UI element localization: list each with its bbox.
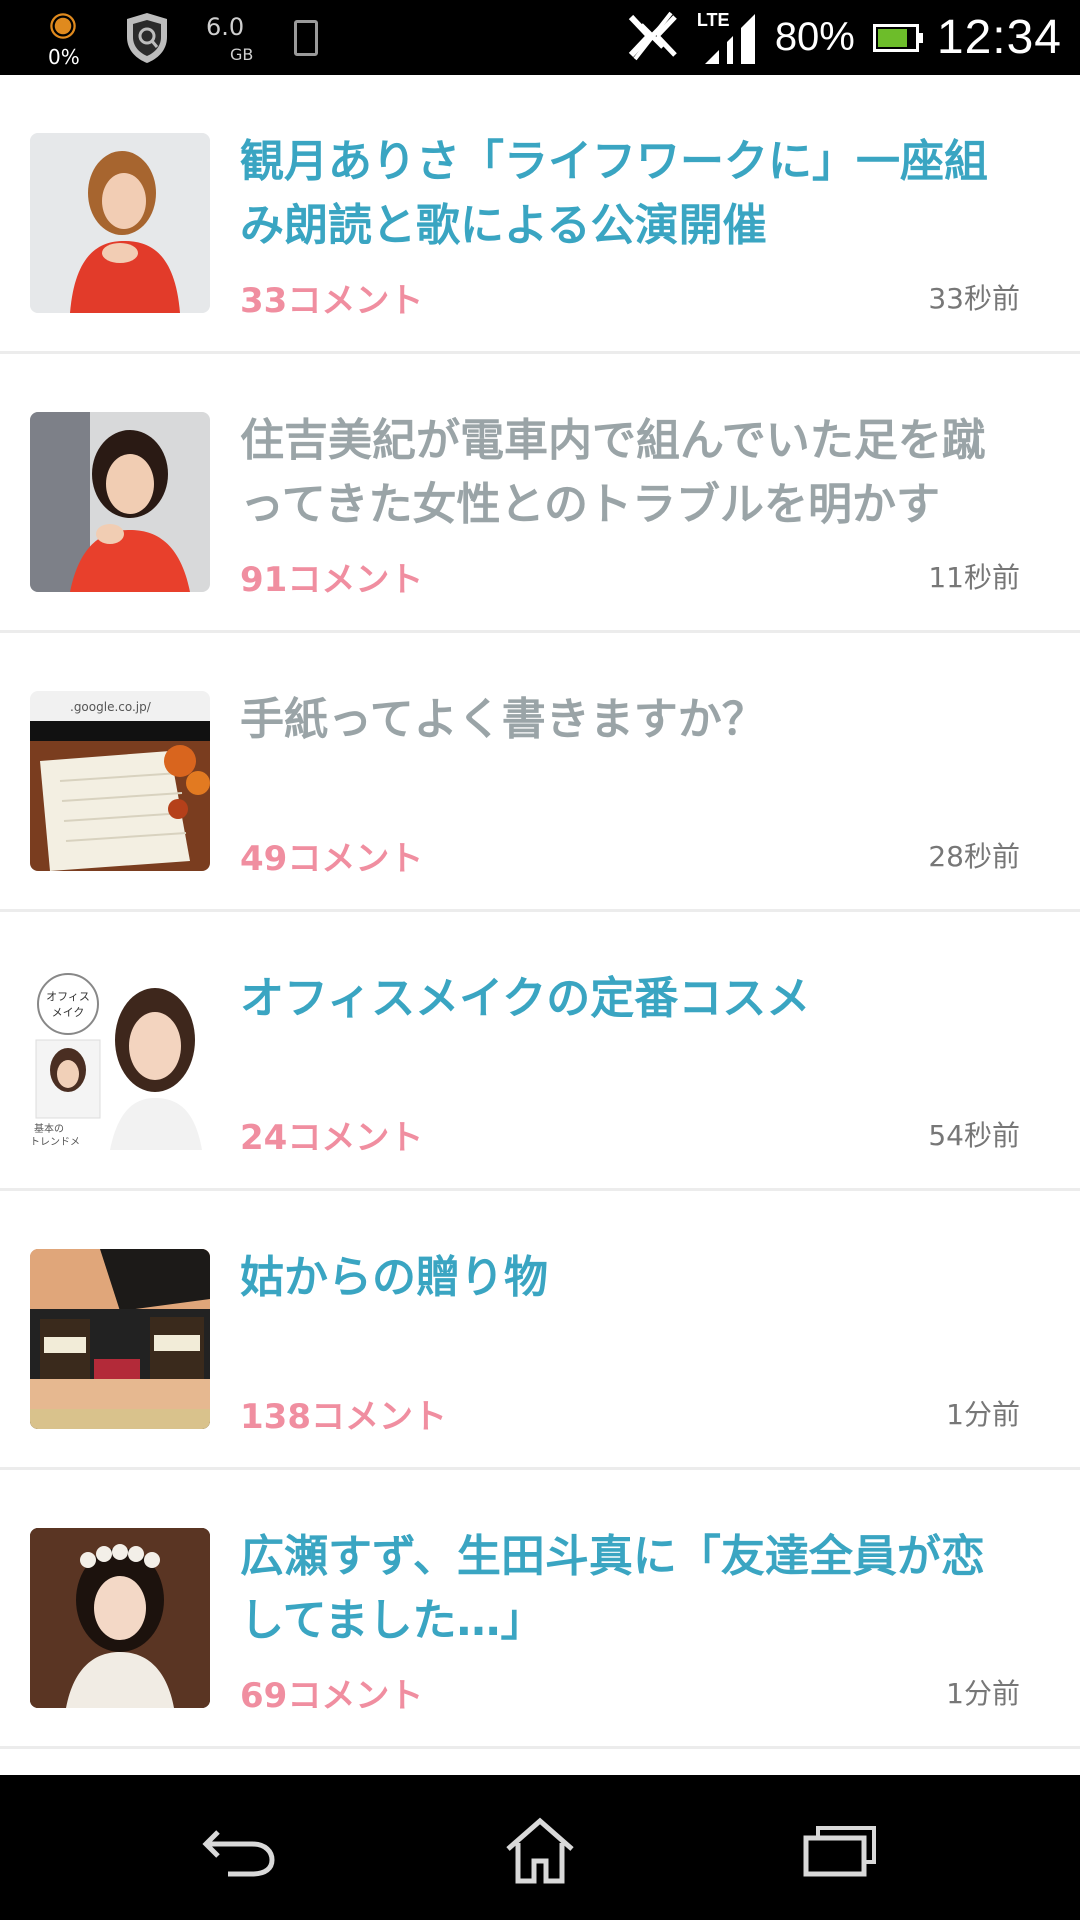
topic-title[interactable]: オフィスメイクの定番コスメ	[240, 967, 1020, 1031]
storage-value: 6.0	[206, 12, 245, 41]
thumb-caption-line1: 基本の	[34, 1122, 64, 1135]
topic-title[interactable]: 広瀬すず、生田斗真に「友達全員が恋してました…」	[240, 1525, 1020, 1653]
timestamp: 28秒前	[928, 840, 1020, 873]
home-icon	[506, 1817, 574, 1884]
list-item[interactable]: 広瀬すず、生田斗真に「友達全員が恋してました…」 69コメント 1分前	[0, 1470, 1080, 1749]
home-button[interactable]	[490, 1805, 590, 1895]
thumbnail-gift-box[interactable]	[30, 1249, 210, 1429]
thumb-badge-line2: メイク	[52, 1006, 85, 1019]
recents-button[interactable]	[790, 1805, 890, 1895]
timestamp: 11秒前	[928, 561, 1020, 594]
clock: 12:34	[936, 11, 1062, 64]
recents-icon	[803, 1826, 876, 1877]
timestamp: 1分前	[946, 1398, 1020, 1431]
status-bar: 0% 6.0 GB LTE 80% 12:34	[0, 0, 1080, 75]
cpu-monitor: 0%	[40, 3, 90, 73]
topic-title[interactable]: 手紙ってよく書きますか？	[240, 688, 1020, 752]
storage-indicator: 6.0 GB	[204, 3, 264, 73]
status-right: LTE 80% 12:34	[627, 0, 1062, 75]
comment-count: 91コメント	[240, 560, 424, 600]
timestamp: 33秒前	[928, 282, 1020, 315]
topic-title[interactable]: 観月ありさ「ライフワークに」一座組み朗読と歌による公演開催	[240, 130, 1020, 258]
back-icon	[202, 1830, 275, 1877]
list-item[interactable]: オフィス メイク 基本の トレンドメ オフィスメイクの定番コスメ 24コメント …	[0, 912, 1080, 1191]
back-button[interactable]	[190, 1805, 290, 1895]
list-item[interactable]: 姑からの贈り物 138コメント 1分前	[0, 1191, 1080, 1470]
cpu-percent: 0%	[48, 44, 80, 69]
nfc-off-icon	[627, 11, 679, 65]
topic-title[interactable]: 姑からの贈り物	[240, 1246, 1020, 1310]
thumbnail-woman-red-dress[interactable]	[30, 133, 210, 313]
thumbnail-letter-paper[interactable]: .google.co.jp/	[30, 691, 210, 871]
timestamp: 54秒前	[928, 1119, 1020, 1152]
comment-count: 33コメント	[240, 281, 424, 321]
battery-fill	[877, 28, 907, 47]
comment-count: 138コメント	[240, 1397, 447, 1437]
thumbnail-woman-smiling[interactable]	[30, 412, 210, 592]
topic-feed[interactable]: 観月ありさ「ライフワークに」一座組み朗読と歌による公演開催 33コメント 33秒…	[0, 75, 1080, 1775]
navigation-bar	[0, 1775, 1080, 1920]
timestamp: 1分前	[946, 1677, 1020, 1710]
comment-count: 24コメント	[240, 1118, 424, 1158]
list-item[interactable]: 住吉美紀が電車内で組んでいた足を蹴ってきた女性とのトラブルを明かす 91コメント…	[0, 354, 1080, 633]
status-left: 0% 6.0 GB	[40, 0, 318, 75]
storage-unit: GB	[230, 44, 254, 64]
thumb-caption-line2: トレンドメ	[30, 1137, 80, 1148]
shield-icon	[120, 9, 174, 67]
battery-percent: 80%	[774, 15, 855, 59]
list-item[interactable]: .google.co.jp/ 手紙ってよく書きますか？ 49コメント 28秒前	[0, 633, 1080, 912]
thumb-url-text: .google.co.jp/	[70, 700, 152, 714]
thumbnail-office-makeup[interactable]: オフィス メイク 基本の トレンドメ	[30, 970, 210, 1150]
cpu-gear-icon	[54, 17, 72, 34]
battery-icon	[872, 23, 923, 52]
comment-count: 69コメント	[240, 1676, 424, 1716]
signal-icon: LTE	[697, 10, 757, 66]
topic-title[interactable]: 住吉美紀が電車内で組んでいた足を蹴ってきた女性とのトラブルを明かす	[240, 409, 1020, 537]
phone-icon	[294, 19, 318, 56]
comment-count: 49コメント	[240, 839, 424, 879]
thumb-badge-line1: オフィス	[46, 990, 90, 1003]
thumbnail-girl-flower-crown[interactable]	[30, 1528, 210, 1708]
list-item[interactable]: 観月ありさ「ライフワークに」一座組み朗読と歌による公演開催 33コメント 33秒…	[0, 75, 1080, 354]
screen: 0% 6.0 GB LTE 80% 12:34 観月ありさ「ライフワークに」一座…	[0, 0, 1080, 1920]
